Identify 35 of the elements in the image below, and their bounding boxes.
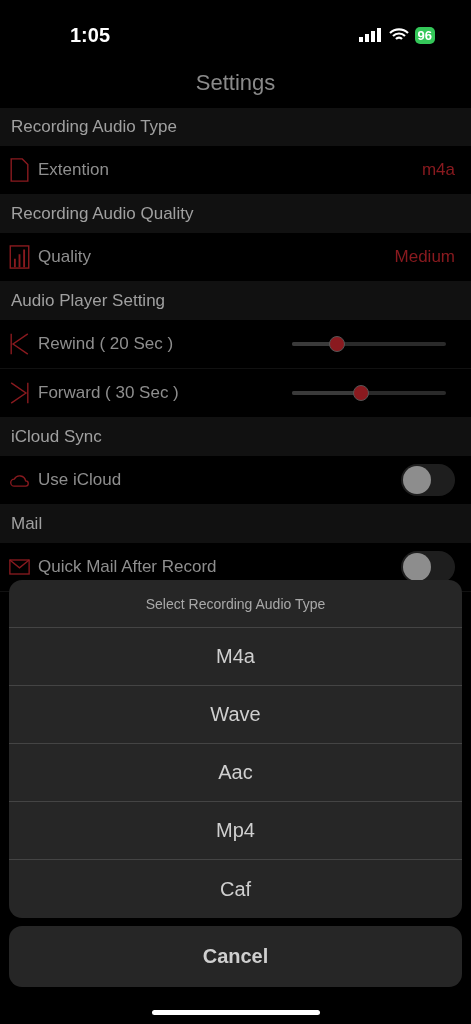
setting-label: Extention	[38, 160, 110, 180]
sheet-option[interactable]: Wave	[9, 686, 462, 744]
toggle-switch[interactable]	[401, 551, 455, 583]
slider[interactable]	[292, 336, 446, 352]
section-header: Audio Player Setting	[11, 291, 166, 311]
sheet-option[interactable]: Caf	[9, 860, 462, 918]
setting-label: Use iCloud	[38, 470, 123, 490]
wifi-icon	[388, 28, 409, 42]
cancel-button[interactable]: Cancel	[9, 926, 462, 987]
setting-label: Forward ( 30 Sec )	[38, 383, 180, 403]
rewind-icon	[9, 332, 30, 356]
sheet-option[interactable]: Aac	[9, 744, 462, 802]
file-icon	[9, 158, 30, 182]
slider[interactable]	[292, 385, 446, 401]
bar-chart-icon	[9, 245, 30, 269]
setting-value: m4a	[421, 160, 455, 180]
signal-icon	[358, 28, 383, 42]
forward-icon	[9, 381, 30, 405]
sheet-option[interactable]: M4a	[9, 628, 462, 686]
section-header: Mail	[11, 514, 43, 534]
section-header: Recording Audio Quality	[11, 204, 194, 224]
slider-thumb[interactable]	[353, 385, 370, 401]
section-header: Recording Audio Type	[11, 117, 178, 137]
screen-title: Settings	[194, 70, 277, 97]
setting-label: Quick Mail After Record	[38, 557, 218, 577]
setting-value: Medium	[394, 247, 455, 267]
slider-thumb[interactable]	[328, 336, 345, 352]
battery-level: 96	[414, 26, 435, 44]
setting-label: Quality	[38, 247, 92, 267]
status-time: 1:05	[70, 23, 111, 47]
setting-label: Rewind ( 20 Sec )	[38, 334, 175, 354]
toggle-switch[interactable]	[401, 464, 455, 496]
sheet-title: Select Recording Audio Type	[145, 595, 326, 612]
section-header: iCloud Sync	[11, 427, 102, 447]
sheet-option[interactable]: Mp4	[9, 802, 462, 860]
